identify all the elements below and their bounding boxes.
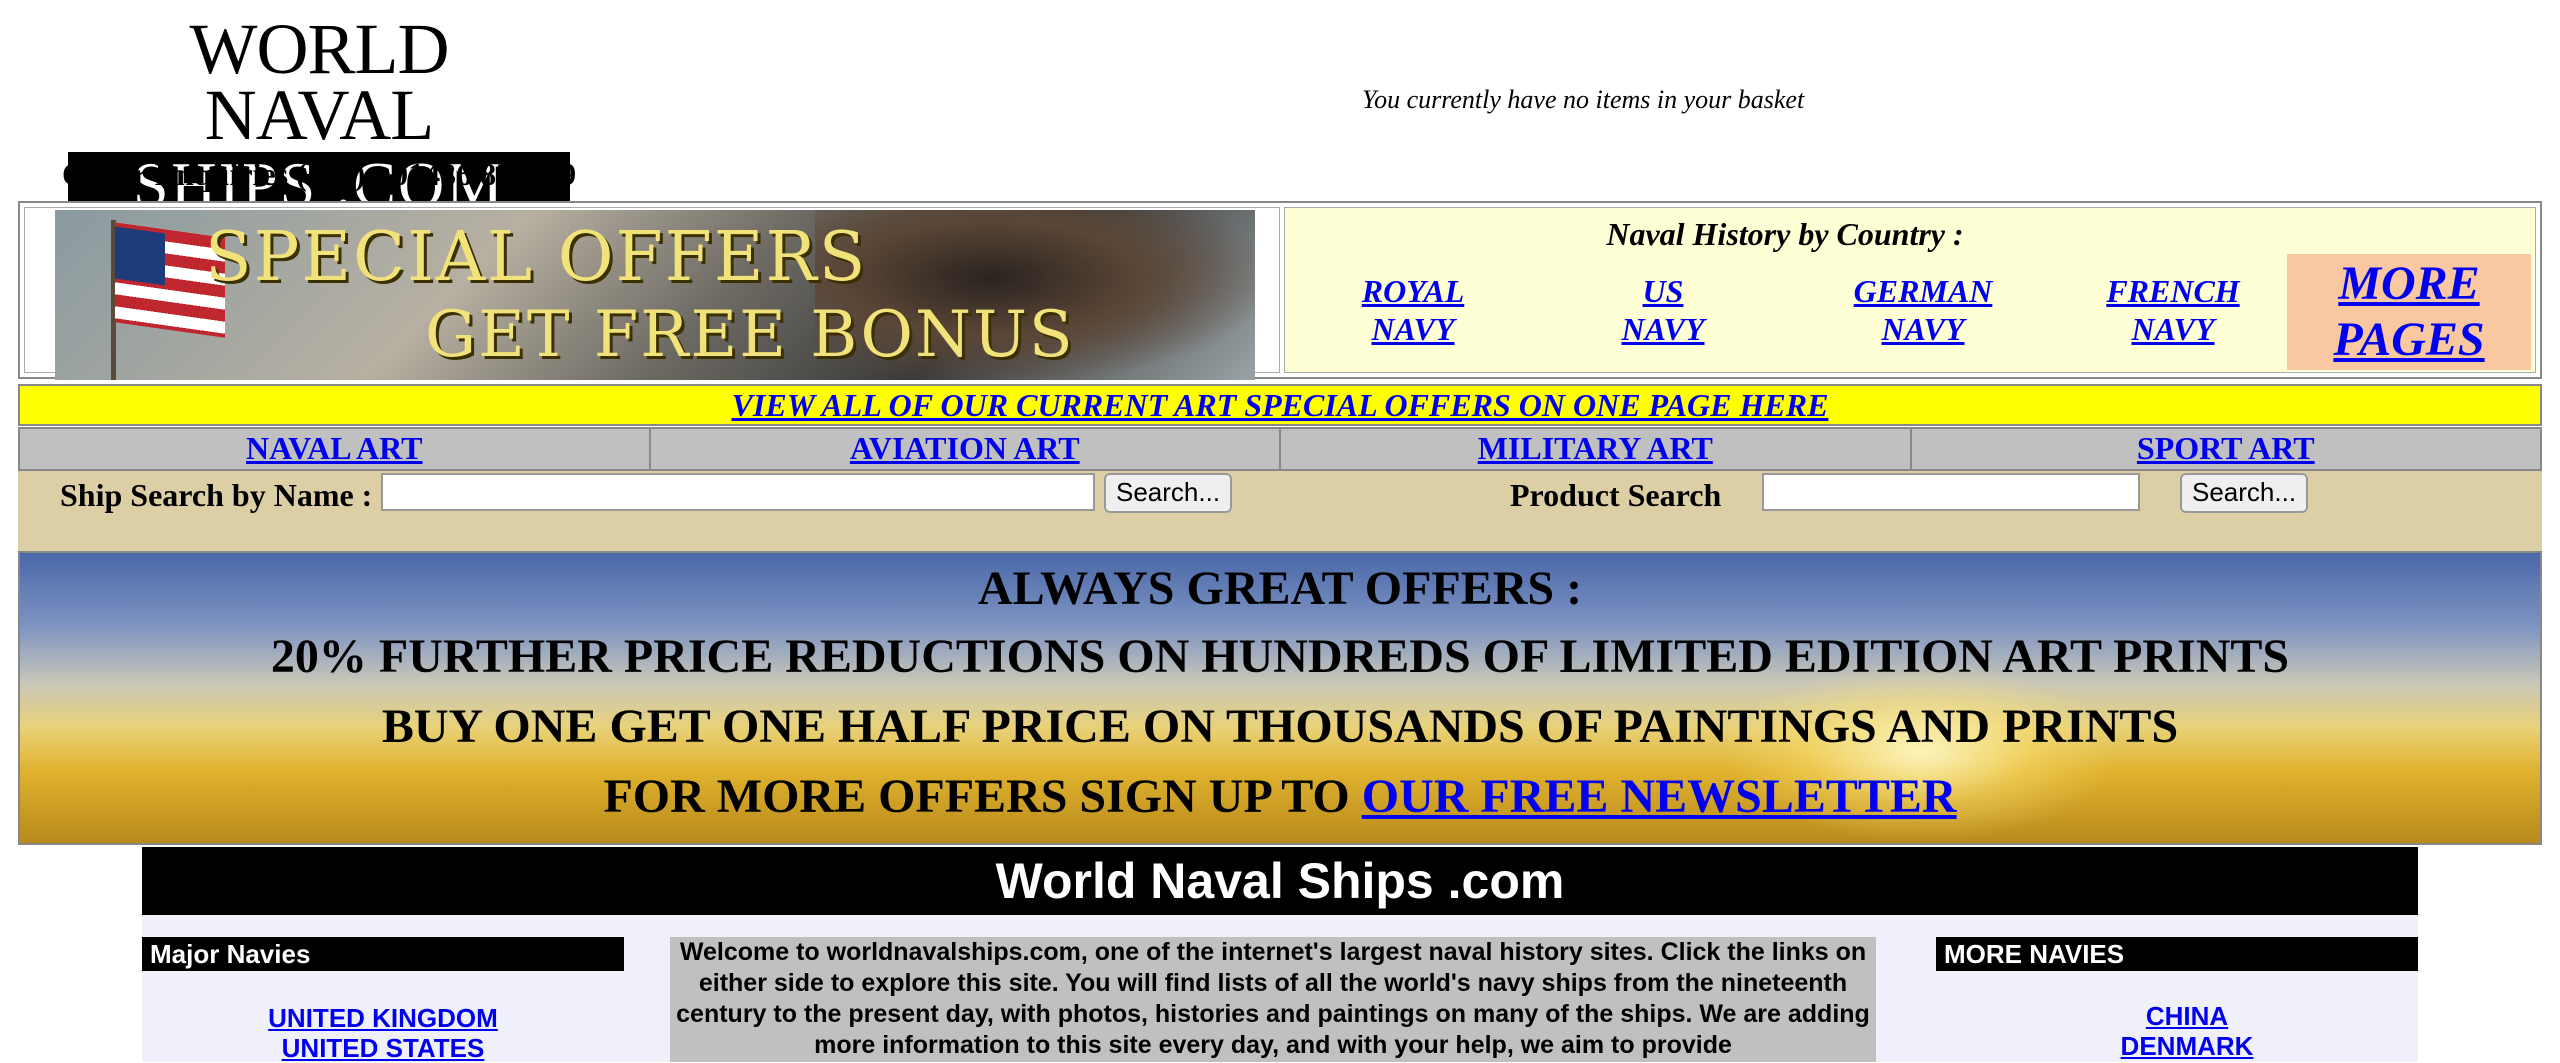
- special-offers-bar: VIEW ALL OF OUR CURRENT ART SPECIAL OFFE…: [18, 384, 2542, 426]
- top-banner-row: SPECIAL OFFERS GET FREE BONUS PRINTS! Na…: [18, 201, 2542, 380]
- newsletter-link[interactable]: OUR FREE NEWSLETTER: [1362, 770, 1957, 823]
- sport-art-link[interactable]: SPORT ART: [1912, 429, 2541, 469]
- royal-navy-link[interactable]: ROYAL NAVY: [1333, 272, 1493, 348]
- more-pages-link[interactable]: MORE PAGES: [2287, 254, 2531, 370]
- offers-heading: ALWAYS GREAT OFFERS :: [977, 562, 1583, 615]
- great-offers-banner: ALWAYS GREAT OFFERS : 20% FURTHER PRICE …: [18, 551, 2542, 845]
- welcome-text: Welcome to worldnavalships.com, one of t…: [670, 937, 1876, 1062]
- german-navy-line1: GERMAN: [1853, 273, 1993, 309]
- more-navies-list: CHINA DENMARK: [1936, 1001, 2438, 1061]
- search-bar: Ship Search by Name : Search... Product …: [18, 471, 2542, 553]
- price-reduction-text: 20% FURTHER PRICE REDUCTIONS ON HUNDREDS…: [270, 630, 2290, 683]
- art-category-nav: NAVAL ART AVIATION ART MILITARY ART SPOR…: [18, 427, 2542, 471]
- flag-canton-graphic: [115, 226, 165, 286]
- product-search-button[interactable]: Search...: [2180, 473, 2309, 513]
- major-navies-list: UNITED KINGDOM UNITED STATES: [142, 1003, 624, 1063]
- french-navy-line2: NAVY: [2131, 311, 2215, 347]
- major-navies-heading: Major Navies: [142, 937, 624, 971]
- military-art-link[interactable]: MILITARY ART: [1281, 429, 1912, 469]
- royal-navy-line1: ROYAL: [1361, 273, 1465, 309]
- german-navy-link[interactable]: GERMAN NAVY: [1833, 272, 2013, 348]
- more-navies-heading: MORE NAVIES: [1936, 937, 2418, 971]
- ship-search-button[interactable]: Search...: [1104, 473, 1233, 513]
- free-bonus-prints-text: GET FREE BONUS PRINTS!: [425, 298, 1075, 380]
- product-search-label: Product Search: [1510, 477, 1722, 513]
- denmark-link[interactable]: DENMARK: [1936, 1031, 2438, 1061]
- buy-one-offer-text: BUY ONE GET ONE HALF PRICE ON THOUSANDS …: [381, 700, 2179, 753]
- us-navy-line2: NAVY: [1621, 311, 1705, 347]
- country-nav-title: Naval History by Country :: [1606, 216, 1964, 252]
- naval-art-link[interactable]: NAVAL ART: [20, 429, 651, 469]
- china-link[interactable]: CHINA: [1936, 1001, 2438, 1031]
- special-offers-banner[interactable]: SPECIAL OFFERS GET FREE BONUS PRINTS!: [55, 210, 1255, 380]
- naval-history-by-country: Naval History by Country : ROYAL NAVY US…: [1284, 207, 2536, 373]
- united-kingdom-link[interactable]: UNITED KINGDOM: [142, 1003, 624, 1033]
- ship-search-input[interactable]: [381, 473, 1095, 511]
- ship-search-label: Ship Search by Name :: [60, 477, 373, 513]
- us-navy-line1: US: [1642, 273, 1684, 309]
- special-offers-cell: SPECIAL OFFERS GET FREE BONUS PRINTS!: [24, 207, 1280, 380]
- logo-top-text: WORLD NAVAL: [189, 9, 450, 155]
- order-enquiries-line: Order Enquiries (UK) : 01436 820269: [62, 156, 577, 192]
- aviation-art-link[interactable]: AVIATION ART: [651, 429, 1281, 469]
- product-search-input[interactable]: [1762, 473, 2140, 511]
- united-states-link[interactable]: UNITED STATES: [142, 1033, 624, 1063]
- us-navy-link[interactable]: US NAVY: [1583, 272, 1743, 348]
- site-title: World Naval Ships .com: [142, 847, 2418, 915]
- newsletter-prompt-text: FOR MORE OFFERS SIGN UP TO: [603, 770, 1362, 823]
- view-all-offers-link[interactable]: VIEW ALL OF OUR CURRENT ART SPECIAL OFFE…: [732, 387, 1829, 423]
- basket-status: You currently have no items in your bask…: [1362, 85, 1805, 114]
- royal-navy-line2: NAVY: [1371, 311, 1455, 347]
- german-navy-line2: NAVY: [1881, 311, 1965, 347]
- french-navy-link[interactable]: FRENCH NAVY: [2093, 272, 2253, 348]
- more-pages-line2: PAGES: [2333, 313, 2485, 366]
- newsletter-line: FOR MORE OFFERS SIGN UP TO OUR FREE NEWS…: [20, 769, 2540, 824]
- more-pages-line1: MORE: [2338, 257, 2480, 310]
- french-navy-line1: FRENCH: [2106, 273, 2240, 309]
- special-offers-heading: SPECIAL OFFERS: [205, 218, 868, 297]
